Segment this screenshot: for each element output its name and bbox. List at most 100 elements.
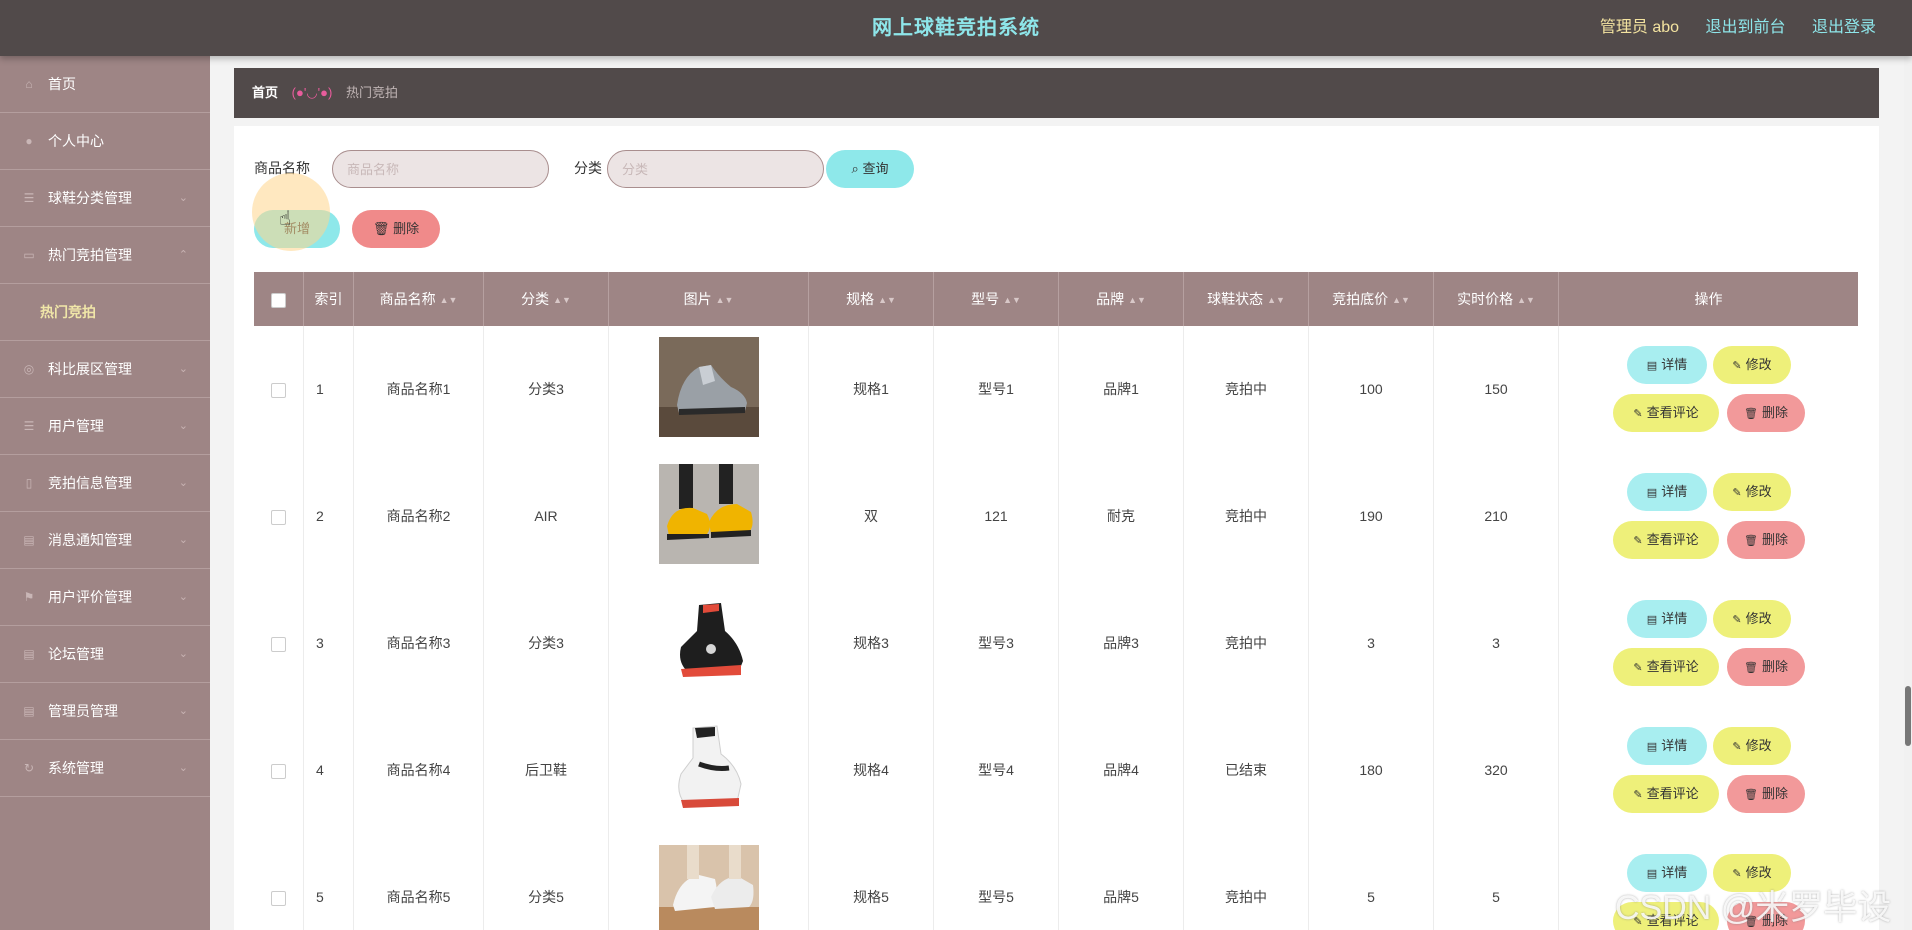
category-search-input[interactable] [607, 150, 824, 188]
view-reviews-label: 查看评论 [1646, 405, 1699, 420]
row-checkbox[interactable] [271, 509, 286, 525]
col-current-price-label: 实时价格 [1457, 291, 1514, 307]
sidebar-item-home[interactable]: ⌂ 首页 [0, 56, 210, 113]
breadcrumb-emoji: (●'◡'●) [291, 85, 333, 100]
detail-label: 详情 [1661, 865, 1688, 880]
doc-icon: ▤ [1646, 487, 1658, 499]
col-status[interactable]: 球鞋状态 ▲▼ [1184, 272, 1309, 326]
cell-brand: 品牌3 [1059, 580, 1184, 707]
ops-cell: ▤ 详情 ✎ 修改 ✎ 查看评论 🗑 删除 [1559, 326, 1858, 453]
row-checkbox[interactable] [271, 890, 286, 906]
sort-icon[interactable]: ▲▼ [553, 295, 571, 305]
row-select-cell [254, 707, 304, 834]
cell-base-price: 190 [1309, 453, 1434, 580]
sort-icon[interactable]: ▲▼ [440, 295, 458, 305]
col-spec[interactable]: 规格 ▲▼ [809, 272, 934, 326]
doc-icon: ▯ [25, 476, 33, 490]
shoe-image[interactable] [659, 845, 759, 930]
sort-icon[interactable]: ▲▼ [1267, 295, 1285, 305]
doc-icon: ▤ [1646, 614, 1658, 626]
select-all-checkbox[interactable] [271, 292, 286, 308]
logout-link[interactable]: 退出登录 [1812, 19, 1876, 36]
delete-button[interactable]: 🗑 删除 [1727, 648, 1805, 686]
delete-button[interactable]: 🗑 删除 [1727, 394, 1805, 432]
sort-icon[interactable]: ▲▼ [716, 295, 734, 305]
breadcrumb-home[interactable]: 首页 [252, 85, 278, 100]
edit-button[interactable]: ✎ 修改 [1713, 346, 1791, 384]
sidebar-item-forum[interactable]: ▤ 论坛管理 ⌄ [0, 626, 210, 683]
sidebar-item-users[interactable]: ☰ 用户管理 ⌄ [0, 398, 210, 455]
col-image[interactable]: 图片 ▲▼ [609, 272, 809, 326]
scrollbar-thumb[interactable] [1905, 686, 1911, 746]
col-current-price[interactable]: 实时价格 ▲▼ [1434, 272, 1559, 326]
sort-icon[interactable]: ▲▼ [1517, 295, 1535, 305]
shoe-image[interactable] [659, 337, 759, 437]
batch-delete-button[interactable]: 🗑 删除 [352, 210, 440, 248]
sidebar-item-auction-info[interactable]: ▯ 竞拍信息管理 ⌄ [0, 455, 210, 512]
cell-base-price: 100 [1309, 326, 1434, 453]
shoe-image[interactable] [659, 718, 759, 818]
sidebar-item-profile[interactable]: ● 个人中心 [0, 113, 210, 170]
sidebar-item-kobe-zone[interactable]: ◎ 科比展区管理 ⌄ [0, 341, 210, 398]
col-name[interactable]: 商品名称 ▲▼ [354, 272, 484, 326]
view-reviews-button[interactable]: ✎ 查看评论 [1613, 648, 1719, 686]
cell-status: 已结束 [1184, 707, 1309, 834]
edit-button[interactable]: ✎ 修改 [1713, 727, 1791, 765]
content-panel: 商品名称 分类 ⌕ 查询 ☝ 新增 🗑 删除 索引 商品名称▲▼ 分类▲▼ [234, 126, 1879, 930]
col-category[interactable]: 分类 ▲▼ [484, 272, 609, 326]
name-search-input[interactable] [332, 150, 549, 188]
delete-button[interactable]: 🗑 删除 [1727, 775, 1805, 813]
cell-brand: 品牌4 [1059, 707, 1184, 834]
col-model-label: 型号 [971, 291, 1000, 307]
sort-icon[interactable]: ▲▼ [1128, 295, 1146, 305]
shoe-image[interactable] [659, 464, 759, 564]
col-category-label: 分类 [521, 291, 550, 307]
ops-cell: ▤ 详情 ✎ 修改 ✎ 查看评论 🗑 删除 [1559, 707, 1858, 834]
view-reviews-button[interactable]: ✎ 查看评论 [1613, 775, 1719, 813]
sidebar-item-hot-auction[interactable]: ▭ 热门竞拍管理 ⌃ [0, 227, 210, 284]
page-scrollbar[interactable] [1904, 56, 1912, 930]
sort-icon[interactable]: ▲▼ [1003, 295, 1021, 305]
sort-icon[interactable]: ▲▼ [1392, 295, 1410, 305]
view-reviews-button[interactable]: ✎ 查看评论 [1613, 521, 1719, 559]
sidebar-item-label: 用户评价管理 [48, 589, 132, 605]
chevron-down-icon: ⌄ [178, 420, 188, 432]
sidebar-item-admins[interactable]: ▤ 管理员管理 ⌄ [0, 683, 210, 740]
doc-icon: ▤ [23, 647, 35, 661]
mouse-cursor-icon: ☝ [279, 208, 292, 230]
view-reviews-button[interactable]: ✎ 查看评论 [1613, 394, 1719, 432]
edit-button[interactable]: ✎ 修改 [1713, 473, 1791, 511]
search-icon: ⌕ [851, 161, 859, 176]
detail-button[interactable]: ▤ 详情 [1627, 473, 1707, 511]
sidebar-item-label: 个人中心 [48, 133, 104, 149]
col-model[interactable]: 型号 ▲▼ [934, 272, 1059, 326]
delete-button[interactable]: 🗑 删除 [1727, 521, 1805, 559]
col-base-price[interactable]: 竞拍底价 ▲▼ [1309, 272, 1434, 326]
detail-button[interactable]: ▤ 详情 [1627, 346, 1707, 384]
detail-button[interactable]: ▤ 详情 [1627, 600, 1707, 638]
shoe-image[interactable] [659, 591, 759, 691]
select-all-cell [254, 272, 304, 326]
row-checkbox[interactable] [271, 763, 286, 779]
cell-name: 商品名称1 [354, 326, 484, 453]
sidebar-item-label: 论坛管理 [48, 646, 104, 662]
top-bar: 网上球鞋竞拍系统 管理员 abo 退出到前台 退出登录 [0, 0, 1912, 56]
sidebar-item-shoe-category[interactable]: ☰ 球鞋分类管理 ⌄ [0, 170, 210, 227]
col-brand[interactable]: 品牌 ▲▼ [1059, 272, 1184, 326]
sort-icon[interactable]: ▲▼ [878, 295, 896, 305]
sidebar-item-system[interactable]: ↻ 系统管理 ⌄ [0, 740, 210, 797]
delete-label: 删除 [1761, 786, 1788, 801]
cell-base-price: 180 [1309, 707, 1434, 834]
exit-to-front-link[interactable]: 退出到前台 [1706, 19, 1786, 36]
detail-button[interactable]: ▤ 详情 [1627, 727, 1707, 765]
query-button[interactable]: ⌕ 查询 [826, 150, 914, 188]
sidebar-item-notifications[interactable]: ▤ 消息通知管理 ⌄ [0, 512, 210, 569]
row-checkbox[interactable] [271, 382, 286, 398]
edit-button[interactable]: ✎ 修改 [1713, 600, 1791, 638]
cell-index: 3 [304, 580, 354, 707]
row-checkbox[interactable] [271, 636, 286, 652]
sidebar-item-user-reviews[interactable]: ⚑ 用户评价管理 ⌄ [0, 569, 210, 626]
sidebar-subitem-hot-auction[interactable]: 热门竞拍 [0, 284, 210, 341]
sidebar-item-label: 用户管理 [48, 418, 104, 434]
flag-icon: ⚑ [23, 590, 35, 604]
